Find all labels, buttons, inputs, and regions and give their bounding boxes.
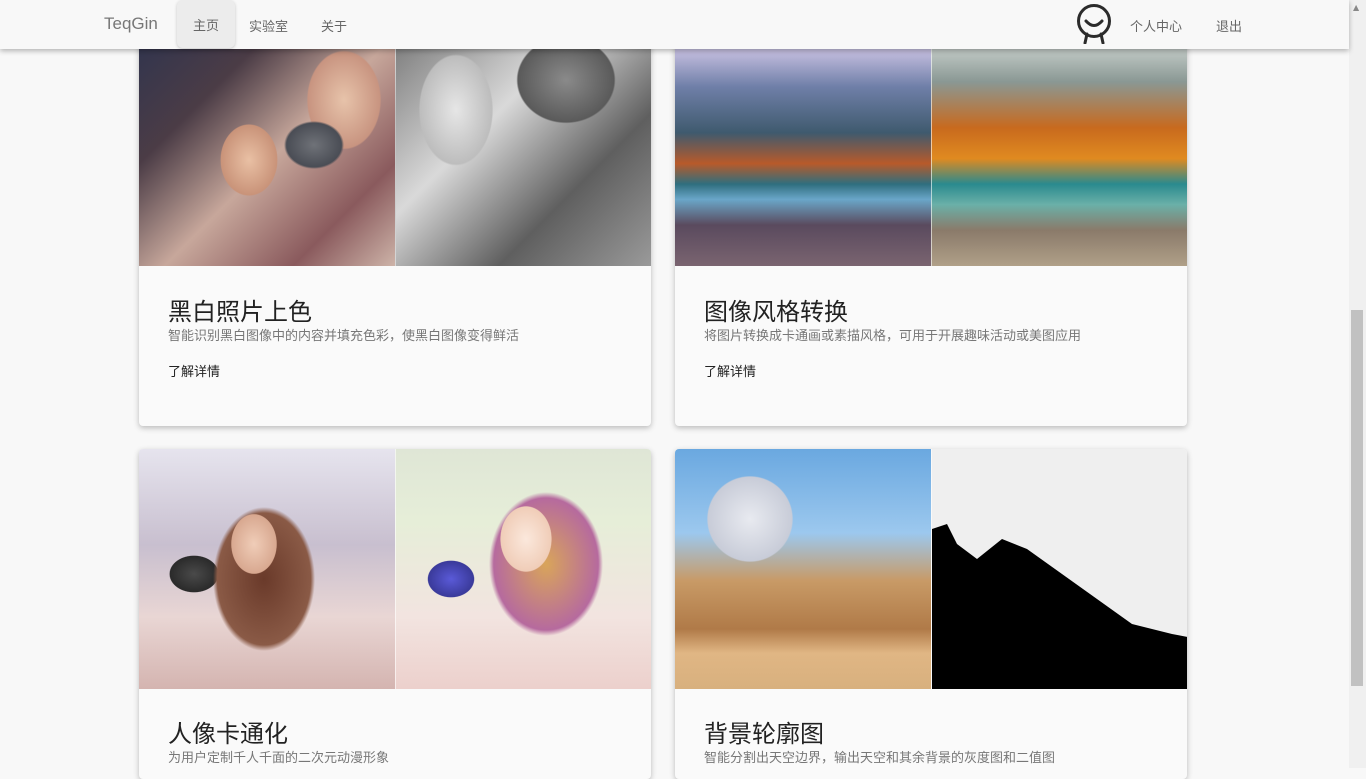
page-scrollbar[interactable]: ▲ [1349, 0, 1366, 768]
scrollbar-thumb[interactable] [1351, 310, 1363, 686]
learn-more-link[interactable]: 了解详情 [168, 361, 220, 380]
card-title: 黑白照片上色 [168, 298, 312, 326]
learn-more-link[interactable]: 了解详情 [704, 361, 756, 380]
nav-logout[interactable]: 退出 [1216, 16, 1242, 35]
feature-card-style-transfer: 图像风格转换 将图片转换成卡通画或素描风格，可用于开展趣味活动或美图应用 了解详… [675, 10, 1187, 426]
nav-lab[interactable]: 实验室 [249, 16, 288, 35]
portrait-anime-image [139, 449, 651, 689]
card-description: 智能分割出天空边界，输出天空和其余背景的灰度图和二值图 [704, 751, 1056, 766]
background-contour-image [675, 449, 1187, 689]
card-description: 智能识别黑白图像中的内容并填充色彩，使黑白图像变得鲜活 [168, 329, 520, 344]
card-title: 人像卡通化 [168, 720, 288, 748]
scroll-up-icon[interactable]: ▲ [1353, 3, 1359, 12]
card-title: 背景轮廓图 [704, 720, 824, 748]
nav-home[interactable]: 主页 [177, 0, 235, 48]
card-description: 将图片转换成卡通画或素描风格，可用于开展趣味活动或美图应用 [704, 329, 1082, 344]
card-description: 为用户定制千人千面的二次元动漫形象 [168, 751, 390, 766]
feature-card-colorization: 黑白照片上色 智能识别黑白图像中的内容并填充色彩，使黑白图像变得鲜活 了解详情 [139, 10, 651, 426]
nav-home-label: 主页 [192, 18, 219, 34]
brand-logo[interactable]: TeqGin [104, 14, 158, 34]
nav-about[interactable]: 关于 [321, 16, 347, 35]
card-title: 图像风格转换 [704, 298, 848, 326]
nav-profile[interactable]: 个人中心 [1130, 16, 1182, 35]
top-navbar: TeqGin 主页 实验室 关于 个人中心 退出 [0, 0, 1349, 49]
feature-card-background-contour: 背景轮廓图 智能分割出天空边界，输出天空和其余背景的灰度图和二值图 [675, 449, 1187, 779]
feature-card-portrait-anime: 人像卡通化 为用户定制千人千面的二次元动漫形象 [139, 449, 651, 779]
smiley-user-icon[interactable] [1075, 2, 1113, 45]
